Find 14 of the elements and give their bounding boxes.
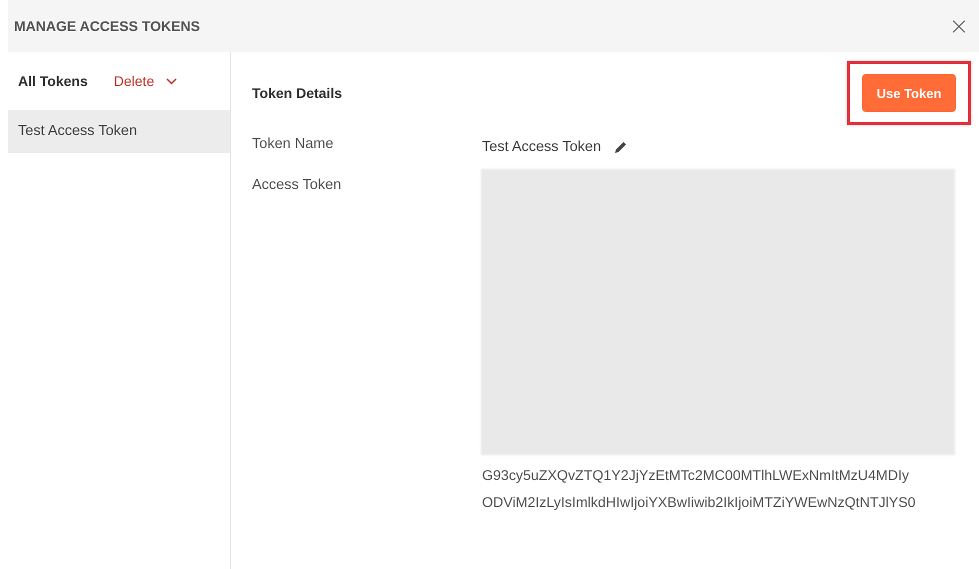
token-name-value: Test Access Token bbox=[482, 139, 602, 155]
chevron-down-icon[interactable] bbox=[166, 78, 178, 84]
dialog-title: MANAGE ACCESS TOKENS bbox=[14, 18, 200, 34]
access-token-line: G93cy5uZXQvZTQ1Y2JjYzEtMTc2MC00MTlhLWExNmItMzU4MDIy bbox=[482, 467, 910, 486]
field-label: Token Name bbox=[252, 135, 334, 154]
use-token-button[interactable]: Use Token bbox=[862, 74, 956, 112]
token-list-item[interactable]: Test Access Token bbox=[8, 110, 230, 153]
close-button[interactable]: × bbox=[942, 14, 975, 38]
token-details-heading: Token Details bbox=[252, 85, 342, 101]
pencil-icon[interactable] bbox=[613, 140, 628, 154]
access-token-line: ODViM2IzLyIsImlkdHIwIjoiYXBwIiwib2IkIjoiMTZiYWEwNzQtNTJlYS0 bbox=[482, 494, 917, 513]
all-tokens-heading: All Tokens bbox=[18, 73, 88, 89]
field-label: Access Token bbox=[252, 176, 342, 195]
delete-button[interactable]: Delete bbox=[114, 73, 154, 89]
